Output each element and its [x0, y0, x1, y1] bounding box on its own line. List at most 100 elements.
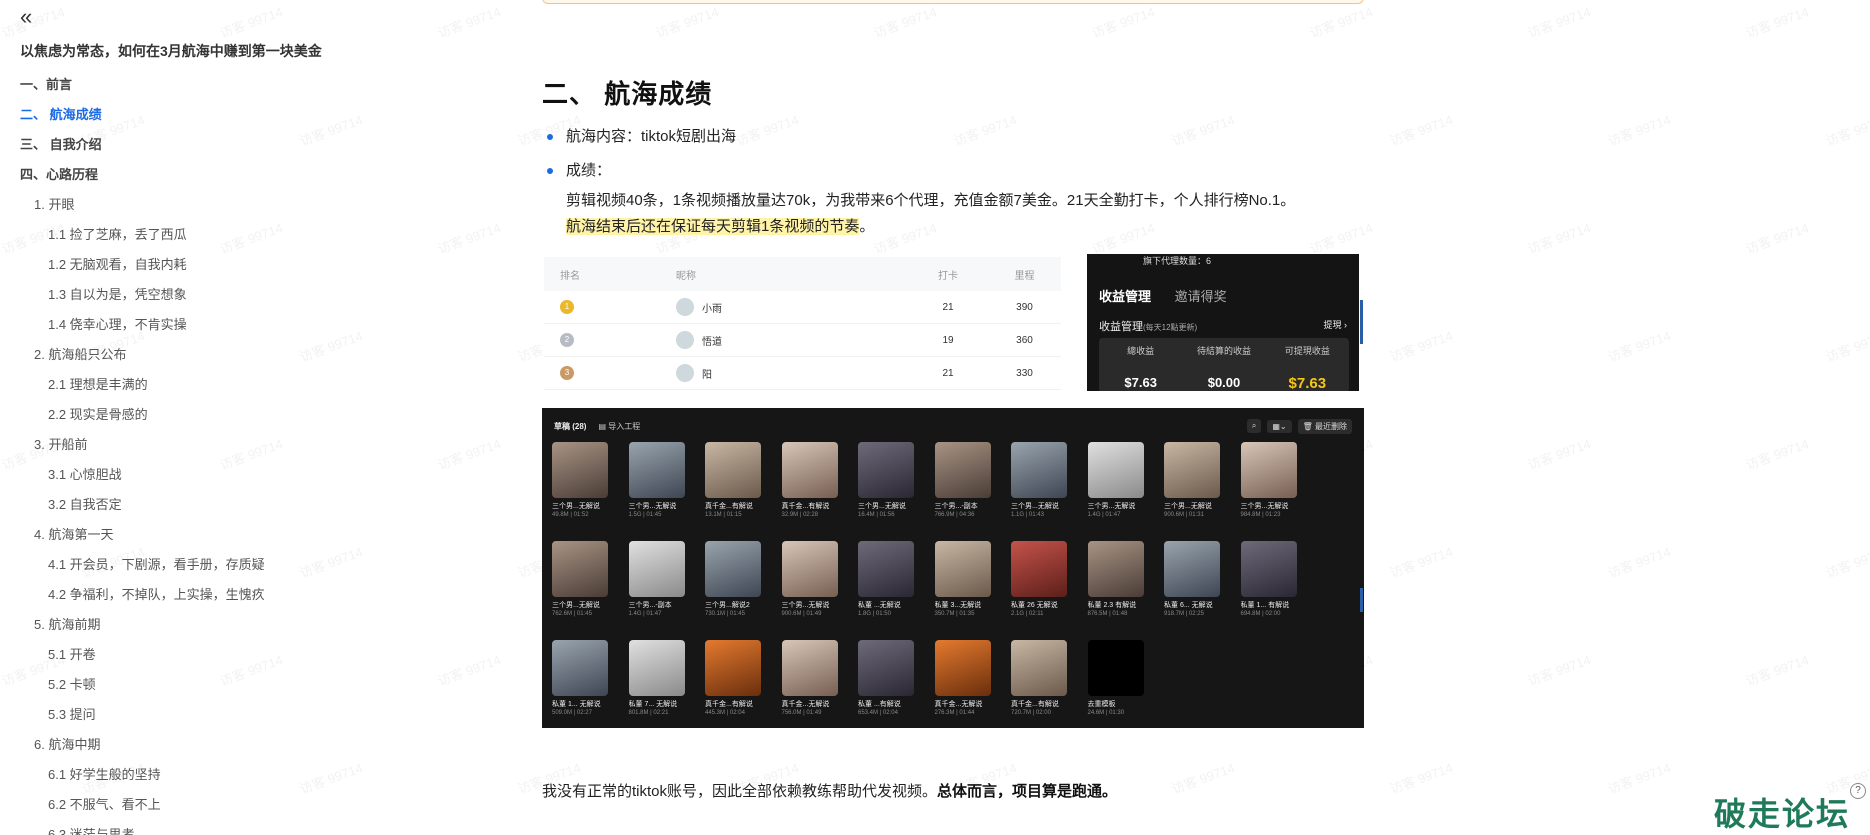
toc-item[interactable]: 1.4 侥幸心理，不肯实操	[20, 310, 400, 340]
checkin-cell: 19	[942, 334, 954, 346]
header-checkin: 打卡	[938, 270, 958, 282]
drafts-library-image: 草稿 (28) ▤ 导入工程 ⌕ ▦⌄ 🗑 最近删除 三个男...无解说 49.8…	[542, 408, 1364, 728]
draft-name: 真千金...无解说	[934, 701, 983, 708]
toc-item[interactable]: 1.1 捡了芝麻，丢了西瓜	[20, 220, 400, 250]
draft-name: 三个男...无解说	[781, 602, 830, 609]
watermark-text: 访客 99714	[435, 436, 503, 473]
toc-item[interactable]: 2.1 理想是丰满的	[20, 370, 400, 400]
watermark-text: 访客 99714	[1525, 220, 1593, 257]
draft-name: 真千金...有解说	[781, 503, 830, 510]
toc-item[interactable]: 6.1 好学生般的坚持	[20, 760, 400, 790]
draft-card: 真千金...无解说 276.3M | 01:44	[934, 640, 997, 716]
toc-item[interactable]: 2. 航海船只公布	[20, 340, 400, 370]
toc-item[interactable]: 5. 航海前期	[20, 610, 400, 640]
toc-item[interactable]: 6.2 不服气、看不上	[20, 790, 400, 820]
toc-item[interactable]: 4.1 开会员，下剧源，看手册，存质疑	[20, 550, 400, 580]
toc-item[interactable]: 三、 自我介绍	[20, 130, 400, 160]
nickname: 悟道	[702, 336, 722, 348]
toc-item[interactable]: 1. 开眼	[20, 190, 400, 220]
bullet-item-content: 航海内容：tiktok短剧出海	[542, 120, 736, 154]
watermark-text: 访客 99714	[1823, 544, 1870, 581]
toc-item[interactable]: 5.1 开卷	[20, 640, 400, 670]
toc-item[interactable]: 5.2 卡顿	[20, 670, 400, 700]
draft-card: 三个男...无解说 1.4G | 01:47	[1087, 442, 1150, 518]
toc-item[interactable]: 3. 开船前	[20, 430, 400, 460]
watermark-text: 访客 99714	[1743, 652, 1811, 689]
mileage-cell: 360	[1016, 334, 1033, 346]
watermark-text: 访客 99714	[1605, 544, 1673, 581]
draft-card: 私董 2.3 有解说 876.5M | 01:48	[1087, 541, 1150, 617]
draft-thumbnail	[1011, 541, 1067, 597]
draft-name: 私董 2.3 有解说	[1087, 602, 1137, 609]
total-earnings-value: $7.63	[1124, 375, 1157, 390]
nickname-cell: 阳	[676, 364, 908, 382]
draft-meta: 900.6M | 01:31	[1164, 512, 1204, 518]
watermark-text: 访客 99714	[1525, 436, 1593, 473]
agent-count-text: 旗下代理数量：6	[1143, 256, 1212, 266]
earnings-summary: 總收益 $7.63 待結算的收益 $0.00 可提現收益 $7.63	[1099, 338, 1349, 391]
toc-item[interactable]: 1.3 自以为是，凭空想象	[20, 280, 400, 310]
drafts-toolbar: 草稿 (28) ▤ 导入工程 ⌕ ▦⌄ 🗑 最近删除	[554, 418, 1352, 434]
draft-thumbnail	[934, 442, 991, 498]
draft-thumbnail	[552, 640, 608, 696]
toc-item[interactable]: 二、 航海成绩	[20, 100, 400, 130]
draft-meta: 876.5M | 01:48	[1087, 611, 1128, 617]
draft-thumbnail	[781, 541, 838, 597]
draft-thumbnail	[552, 541, 608, 597]
draft-card: 私董 ...有解说 653.4M | 02:04	[858, 640, 920, 716]
ranking-row: 1 小雨 21 390	[544, 291, 1061, 324]
watermark-text: 访客 99714	[1605, 328, 1673, 365]
draft-card: 三个男...解说2 730.1M | 01:45	[705, 541, 767, 617]
draft-name: 真千金...无解说	[781, 701, 830, 708]
toc-item[interactable]: 3.1 心惊胆战	[20, 460, 400, 490]
draft-thumbnail	[1164, 541, 1220, 597]
draft-thumbnail	[705, 442, 761, 498]
draft-name: 去重模板	[1087, 701, 1116, 708]
draft-thumbnail	[705, 640, 761, 696]
watermark-text: 访客 99714	[435, 220, 503, 257]
draft-meta: 49.8M | 01:52	[552, 512, 589, 518]
draft-name: 真千金...有解说	[705, 701, 753, 708]
toc-item[interactable]: 1.2 无脑观看，自我内耗	[20, 250, 400, 280]
collapse-sidebar-icon[interactable]: «	[20, 6, 44, 30]
draft-meta: 13.1M | 01:15	[705, 512, 742, 518]
toc-item[interactable]: 四、心路历程	[20, 160, 400, 190]
draft-thumbnail	[1240, 541, 1297, 597]
toc-item[interactable]: 6. 航海中期	[20, 730, 400, 760]
toc-item[interactable]: 4. 航海第一天	[20, 520, 400, 550]
toc-item[interactable]: 2.2 现实是骨感的	[20, 400, 400, 430]
draft-name: 三个男...无解说	[628, 503, 677, 510]
draft-meta: 900.6M | 01:49	[781, 611, 822, 617]
draft-card: 真千金...有解说 445.3M | 02:04	[705, 640, 767, 716]
draft-meta: 350.7M | 01:35	[934, 611, 975, 617]
draft-card: 真千金...有解说 13.1M | 01:15	[705, 442, 767, 518]
mileage-cell: 390	[1016, 301, 1033, 313]
toc-item[interactable]: 5.3 提问	[20, 700, 400, 730]
draft-meta: 918.7M | 02:25	[1164, 611, 1204, 617]
draft-card: 私董 7... 无解说 801.8M | 02:21	[628, 640, 691, 716]
ranking-row: 3 阳 21 330	[544, 357, 1061, 390]
draft-name: 私董 1... 无解说	[552, 701, 601, 708]
draft-name: 三个男...无解说	[1011, 503, 1059, 510]
draft-meta: 756.0M | 01:49	[781, 710, 822, 716]
draft-card: 真千金...有解说 720.7M | 02:00	[1011, 640, 1073, 716]
draft-thumbnail	[705, 541, 761, 597]
withdrawable-earnings-label: 可提現收益	[1284, 346, 1330, 356]
medal-icon: 3	[560, 366, 574, 380]
toc-item[interactable]: 6.3 迷茫与思考	[20, 820, 400, 835]
draft-name: 三个男...无解说	[552, 503, 600, 510]
draft-card: 去重模板 24.6M | 01:30	[1087, 640, 1150, 716]
watermark-text: 访客 99714	[435, 4, 503, 41]
toc-item[interactable]: 一、前言	[20, 70, 400, 100]
draft-name: 真千金...有解说	[705, 503, 753, 510]
import-project-label: ▤ 导入工程	[598, 421, 641, 431]
draft-thumbnail	[1011, 640, 1067, 696]
toc-item[interactable]: 4.2 争福利，不掉队，上实操，生愧疚	[20, 580, 400, 610]
watermark-text: 访客 99714	[1387, 544, 1455, 581]
help-icon[interactable]: ?	[1850, 783, 1866, 799]
toc-document-title[interactable]: 以焦虑为常态，如何在3月航海中赚到第一块美金	[20, 40, 400, 62]
toc-item[interactable]: 3.2 自我否定	[20, 490, 400, 520]
draft-name: 三个男...无解说	[1087, 503, 1136, 510]
tab-invite-rewards: 邀请得奖	[1174, 289, 1227, 304]
draft-card: 真千金...无解说 756.0M | 01:49	[781, 640, 844, 716]
